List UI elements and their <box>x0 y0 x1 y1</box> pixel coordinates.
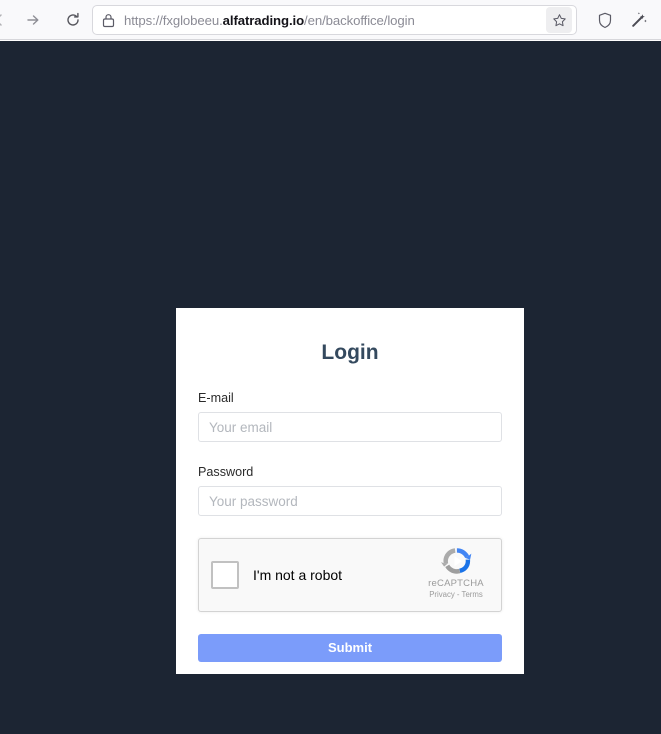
reload-button[interactable] <box>58 5 88 35</box>
forward-button[interactable] <box>18 5 48 35</box>
browser-toolbar: https://fxglobeeu.alfatrading.io/en/back… <box>0 0 661 40</box>
url-path: /en/backoffice/login <box>304 12 415 28</box>
url-host: alfatrading.io <box>222 12 305 28</box>
recaptcha-logo-icon <box>420 545 492 577</box>
extension-button[interactable] <box>625 6 653 34</box>
page-title: Login <box>321 341 379 364</box>
reload-icon <box>67 12 79 26</box>
email-label: E-mail <box>198 391 234 405</box>
recaptcha-branding: reCAPTCHA Privacy - Terms <box>420 545 492 600</box>
recaptcha-terms-link[interactable]: Privacy - Terms <box>420 590 492 600</box>
recaptcha-widget: I'm not a robot reCAPTCHA Privacy - Term… <box>198 538 502 612</box>
bookmark-star-button[interactable] <box>546 7 572 33</box>
recaptcha-checkbox[interactable] <box>211 561 239 589</box>
url-text: https://fxglobeeu.alfatrading.io/en/back… <box>124 13 546 28</box>
shield-icon <box>598 12 612 28</box>
page-background: Login E-mail Password I'm not a robot <box>0 41 661 734</box>
address-bar[interactable]: https://fxglobeeu.alfatrading.io/en/back… <box>92 5 577 35</box>
email-field-group: E-mail <box>198 390 502 442</box>
password-field-group: Password <box>198 464 502 516</box>
padlock-icon <box>102 13 115 28</box>
login-card: Login E-mail Password I'm not a robot <box>176 308 524 674</box>
back-button[interactable] <box>0 5 14 35</box>
magic-wand-icon <box>632 12 647 27</box>
submit-button[interactable]: Submit <box>198 634 502 662</box>
tracking-protection-button[interactable] <box>591 6 619 34</box>
toolbar-right-icons <box>591 5 653 35</box>
email-input[interactable] <box>198 412 502 442</box>
password-input[interactable] <box>198 486 502 516</box>
back-arrow-icon <box>0 13 2 26</box>
forward-arrow-icon <box>27 14 39 25</box>
recaptcha-brand-name: reCAPTCHA <box>428 578 484 589</box>
url-prefix: https://fxglobeeu. <box>124 12 223 28</box>
star-icon <box>552 13 566 26</box>
password-label: Password <box>198 465 254 479</box>
